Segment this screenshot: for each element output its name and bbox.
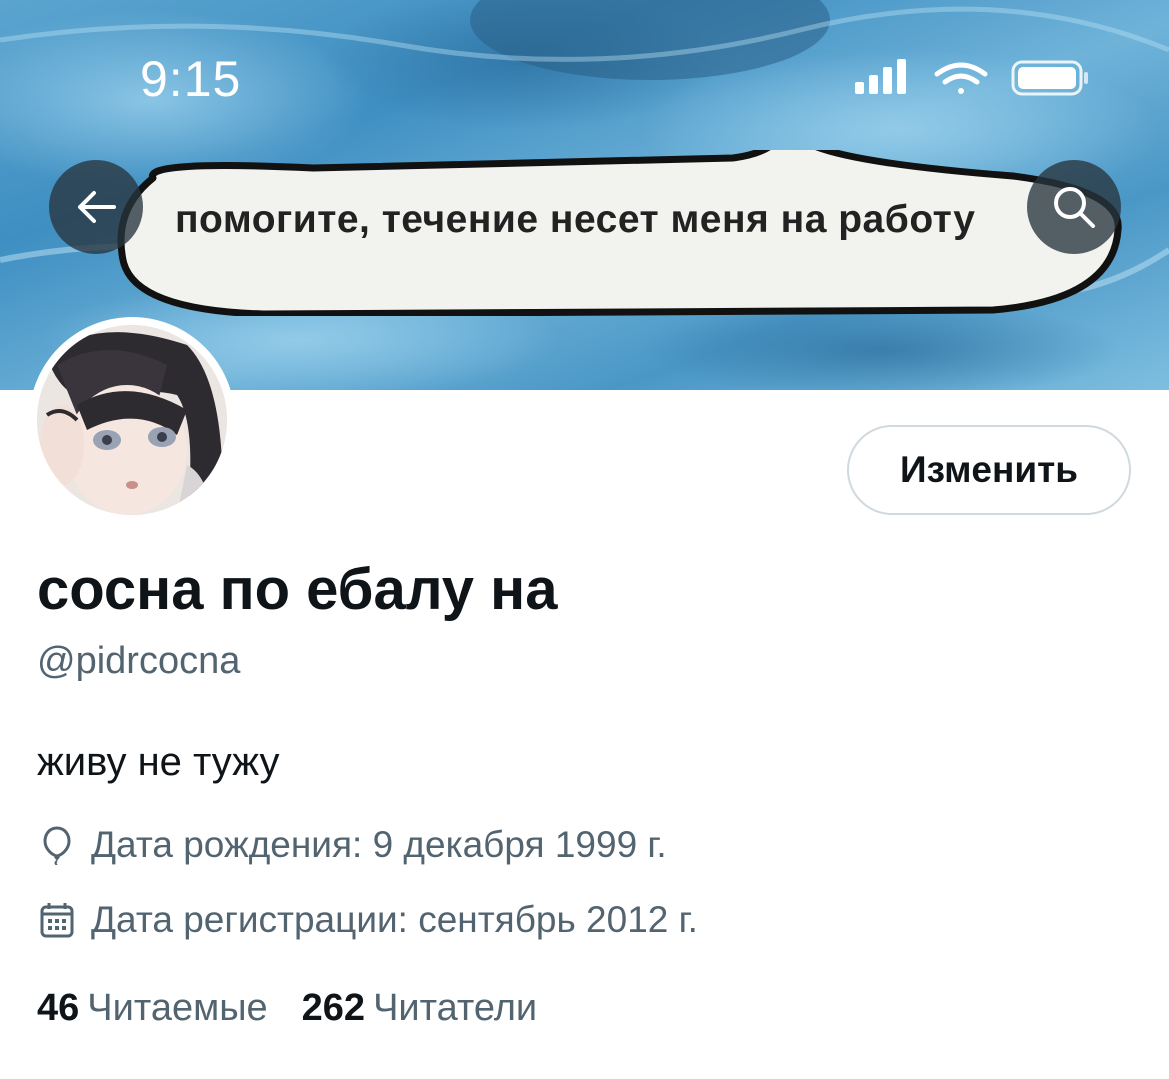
- arrow-left-icon: [78, 191, 116, 223]
- avatar: [37, 325, 227, 515]
- edit-profile-button[interactable]: Изменить: [847, 425, 1131, 515]
- status-time: 9:15: [140, 51, 242, 107]
- battery-icon: [1011, 60, 1088, 96]
- user-handle: @pidrcocna: [37, 640, 241, 682]
- join-date-row: Дата регистрации: сентябрь 2012 г.: [37, 895, 698, 945]
- followers-label: Читатели: [373, 986, 538, 1029]
- followers-link[interactable]: 262 Читатели: [302, 987, 572, 1030]
- profile-avatar[interactable]: [29, 317, 235, 523]
- back-button[interactable]: [49, 160, 143, 254]
- followers-count: 262: [301, 986, 366, 1029]
- cellular-signal-icon: [855, 59, 906, 94]
- avatar-illustration: [37, 325, 227, 515]
- search-button[interactable]: [1027, 160, 1121, 254]
- search-icon: [1054, 187, 1095, 228]
- following-count: 46: [37, 986, 80, 1029]
- wifi-icon: [934, 62, 988, 94]
- join-date-text: Дата регистрации: сентябрь 2012 г.: [91, 899, 698, 940]
- display-name: сосна по ебалу на: [37, 557, 558, 622]
- profile-bio: живу не тужу: [37, 740, 280, 784]
- speech-bubble-text: помогите, течение несет меня на работу: [175, 198, 976, 241]
- balloon-icon: [37, 823, 77, 867]
- status-icons: [855, 59, 1088, 96]
- calendar-icon: [37, 898, 77, 942]
- follow-stats: 46 Читаемые 262 Читатели: [37, 980, 571, 1036]
- birthday-row: Дата рождения: 9 декабря 1999 г.: [37, 820, 667, 870]
- birthday-text: Дата рождения: 9 декабря 1999 г.: [91, 824, 667, 865]
- following-label: Читаемые: [87, 986, 268, 1029]
- following-link[interactable]: 46 Читаемые: [37, 987, 302, 1030]
